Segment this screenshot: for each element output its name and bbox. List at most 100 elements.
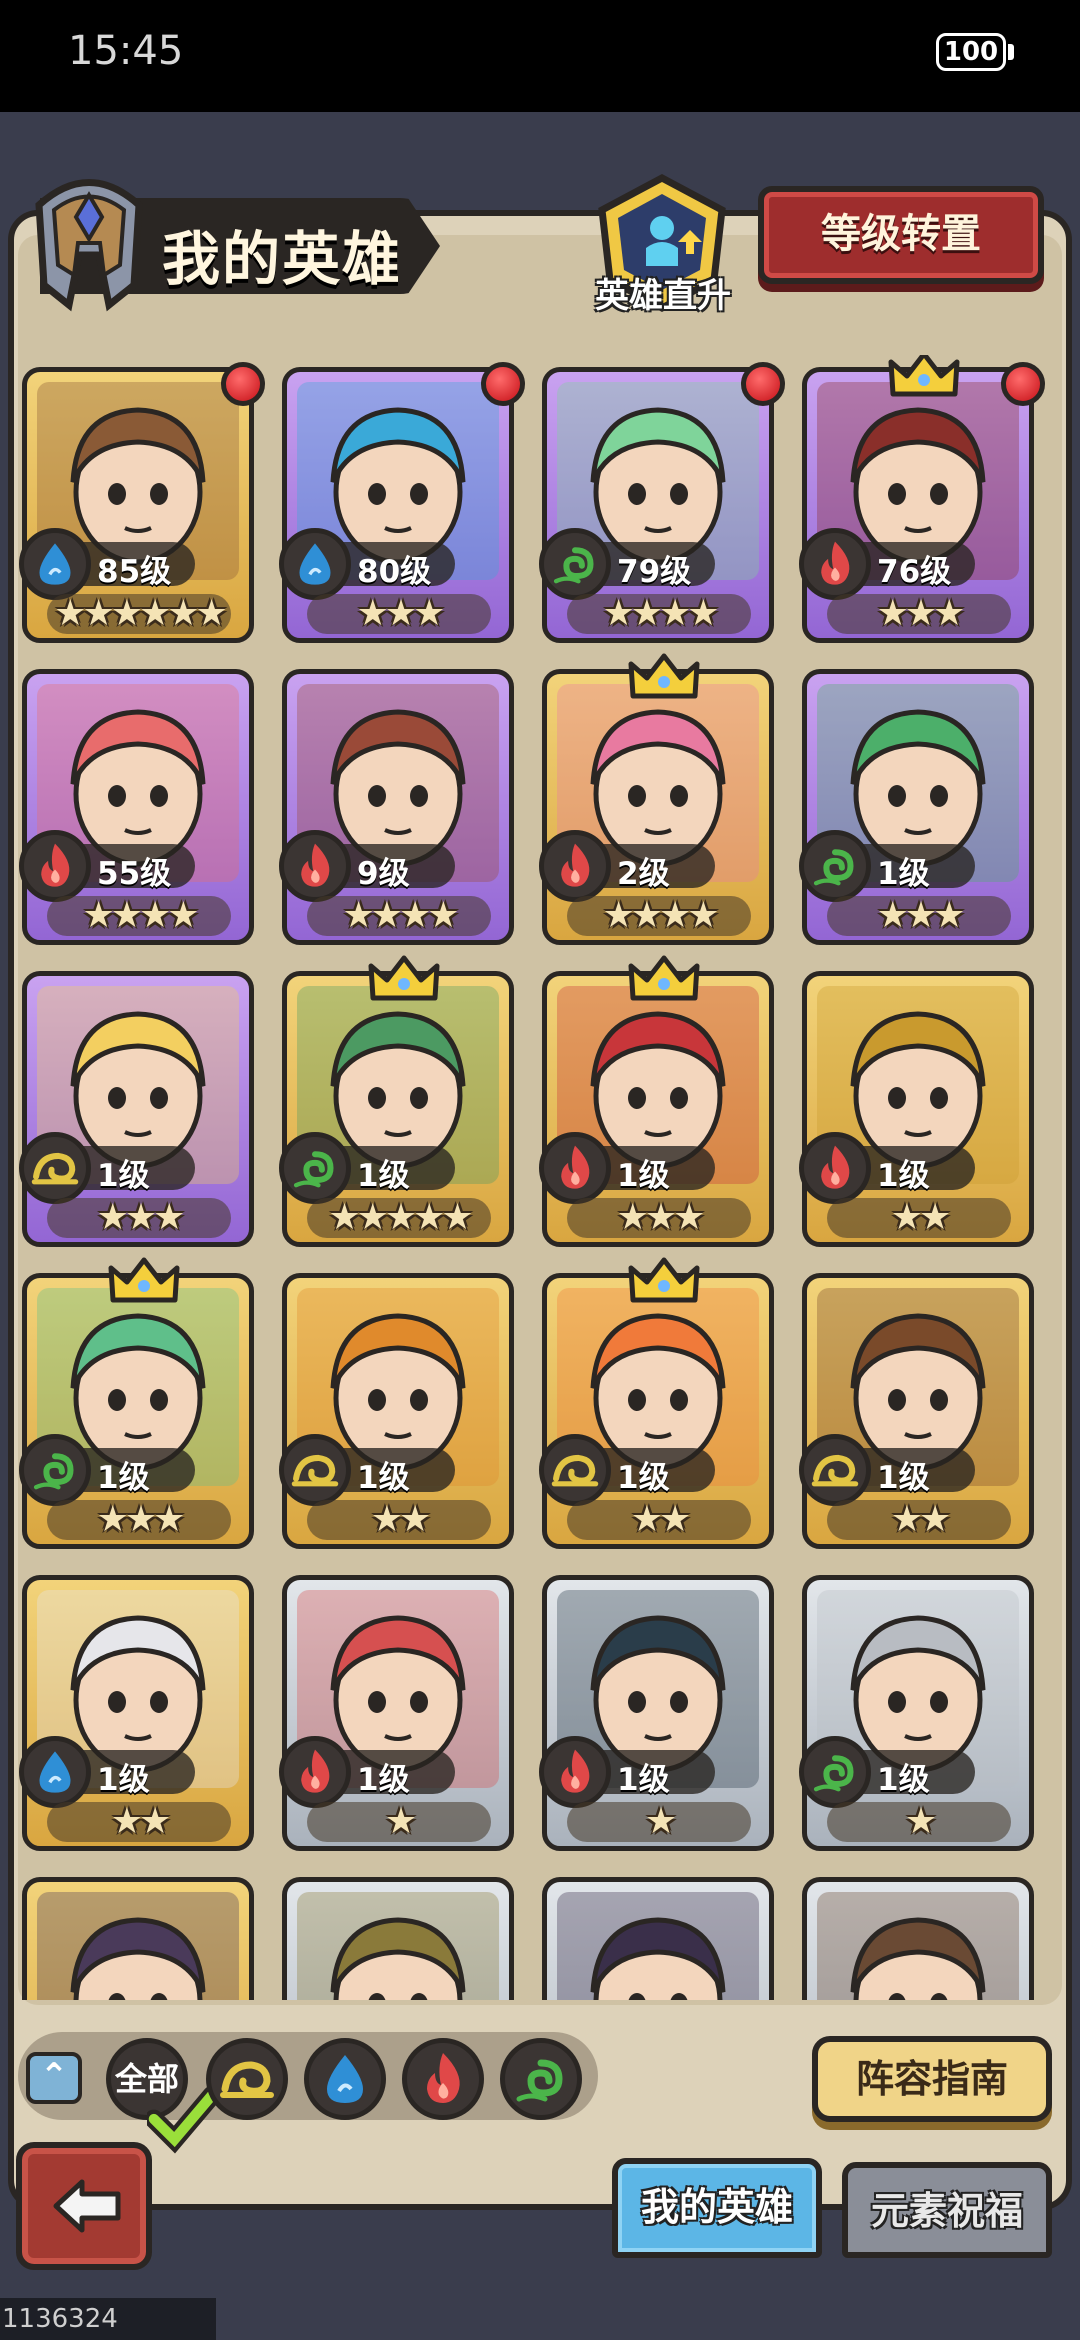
filter-earth-button[interactable]	[206, 2038, 288, 2120]
star-icons: ★★★★	[342, 895, 459, 936]
hero-card[interactable]: 1级 ★★	[19, 1575, 254, 1851]
star-rating: ★★★	[307, 594, 491, 634]
star-icons: ★★	[630, 1499, 692, 1540]
earth-element-icon	[279, 1434, 351, 1506]
chevron-up-icon[interactable]: ⌃	[26, 2052, 82, 2104]
star-rating: ★	[827, 1802, 1011, 1842]
level-transfer-button[interactable]: 等级转置	[758, 186, 1044, 284]
filter-fire-button[interactable]	[402, 2038, 484, 2120]
filter-wind-button[interactable]	[500, 2038, 582, 2120]
lineup-guide-button[interactable]: 阵容指南	[812, 2036, 1052, 2122]
hero-card[interactable]: 1级 ★★★	[19, 971, 254, 1247]
hero-card[interactable]: 1级 ★★★★★	[279, 955, 514, 1247]
hero-card[interactable]: 1级 ★★★	[19, 1257, 254, 1549]
hero-card[interactable]: 2级 ★★★★	[539, 653, 774, 945]
hero-portrait	[817, 1892, 1019, 2000]
notification-dot	[221, 362, 265, 406]
water-element-icon	[19, 1736, 91, 1808]
helmet-icon	[35, 179, 143, 312]
hero-level: 55级	[97, 856, 172, 892]
page-title: 我的英雄	[162, 225, 403, 293]
battery-icon: 100	[936, 33, 1006, 71]
earth-element-icon	[799, 1434, 871, 1506]
tab-my-heroes-label: 我的英雄	[640, 2185, 793, 2229]
star-icons: ★★★	[616, 1197, 706, 1238]
hero-level: 1级	[877, 856, 930, 892]
hero-card[interactable]: 1级 ★★★	[799, 669, 1034, 945]
hero-card[interactable]: 1级 ★★	[799, 1273, 1034, 1549]
hero-level: 1级	[617, 1460, 670, 1496]
hero-portrait	[297, 1892, 499, 2000]
hero-level: 2级	[617, 856, 670, 892]
build-id: 1136324 9d4314	[0, 2298, 216, 2340]
filter-water-button[interactable]	[304, 2038, 386, 2120]
hero-card[interactable]: 1级 ★★	[279, 1273, 514, 1549]
notification-dot	[1001, 362, 1045, 406]
hero-grid: 85级 ★★★★★★ 80级 ★★★ 79级 ★★★★ 76级 ★★★ 55级 ★★★★ 9级 ★★★…	[18, 355, 1062, 2000]
notification-dot	[741, 362, 785, 406]
star-icons: ★★★	[876, 895, 966, 936]
star-rating: ★★★★	[307, 896, 491, 936]
crown-icon	[888, 355, 960, 397]
hero-level: 9级	[357, 856, 410, 892]
hero-card[interactable]	[282, 1877, 514, 2000]
back-button[interactable]	[16, 2142, 152, 2270]
star-rating: ★★	[827, 1500, 1011, 1540]
hero-card[interactable]: 9级 ★★★★	[279, 669, 514, 945]
earth-element-icon	[539, 1434, 611, 1506]
fire-element-icon	[19, 830, 91, 902]
star-rating: ★★★★	[567, 896, 751, 936]
hero-level: 1级	[97, 1158, 150, 1194]
star-rating: ★★★	[47, 1198, 231, 1238]
hero-card[interactable]: 80级 ★★★	[279, 362, 525, 643]
star-icons: ★	[644, 1801, 677, 1842]
hero-card[interactable]: 85级 ★★★★★★	[19, 362, 265, 643]
wind-element-icon	[19, 1434, 91, 1506]
hero-card[interactable]: 55级 ★★★★	[19, 669, 254, 945]
hero-card[interactable]: 1级 ★★★	[539, 955, 774, 1247]
tab-element-blessing[interactable]: 元素祝福	[842, 2162, 1052, 2258]
hero-card[interactable]	[802, 1877, 1034, 2000]
star-icons: ★★★	[96, 1197, 186, 1238]
star-icons: ★★★★★★	[54, 593, 228, 634]
star-icons: ★	[384, 1801, 417, 1842]
hero-level: 79级	[617, 554, 692, 590]
filter-all-button[interactable]: 全部	[106, 2038, 219, 2154]
star-rating: ★★★★★★	[47, 594, 231, 634]
fire-element-icon	[427, 2053, 460, 2103]
star-rating: ★★★	[827, 594, 1011, 634]
star-rating: ★★	[307, 1500, 491, 1540]
hero-card[interactable]: 1级 ★	[539, 1575, 774, 1851]
crown-icon	[368, 955, 440, 1001]
hero-card[interactable]: 76级 ★★★	[799, 355, 1045, 643]
hero-upgrade-label[interactable]: 英雄直升	[588, 268, 738, 317]
water-element-icon	[279, 528, 351, 600]
hero-card[interactable]: 79级 ★★★★	[539, 362, 785, 643]
fire-element-icon	[279, 830, 351, 902]
fire-element-icon	[279, 1736, 351, 1808]
hero-portrait	[37, 1892, 239, 2000]
hero-level: 1级	[877, 1158, 930, 1194]
status-time: 15:45	[68, 28, 184, 74]
star-rating: ★★★	[827, 896, 1011, 936]
crown-icon	[108, 1257, 180, 1303]
notification-dot	[481, 362, 525, 406]
hero-card[interactable]: 1级 ★★	[539, 1257, 774, 1549]
hero-card[interactable]: 1级 ★	[279, 1575, 514, 1851]
earth-element-icon	[220, 2061, 274, 2098]
star-icons: ★★	[370, 1499, 432, 1540]
hero-level: 1级	[357, 1762, 410, 1798]
tab-my-heroes[interactable]: 我的英雄	[612, 2158, 822, 2258]
wind-element-icon	[516, 2059, 563, 2102]
hero-card[interactable]: 1级 ★	[799, 1575, 1034, 1851]
star-icons: ★★	[890, 1197, 952, 1238]
hero-level: 1级	[97, 1762, 150, 1798]
fire-element-icon	[539, 1132, 611, 1204]
hero-card[interactable]	[542, 1877, 774, 2000]
fire-element-icon	[799, 528, 871, 600]
star-rating: ★★★	[47, 1500, 231, 1540]
wind-element-icon	[799, 1736, 871, 1808]
crown-icon	[628, 1257, 700, 1303]
hero-card[interactable]: 1级 ★★	[799, 971, 1034, 1247]
hero-card[interactable]	[22, 1877, 254, 2000]
